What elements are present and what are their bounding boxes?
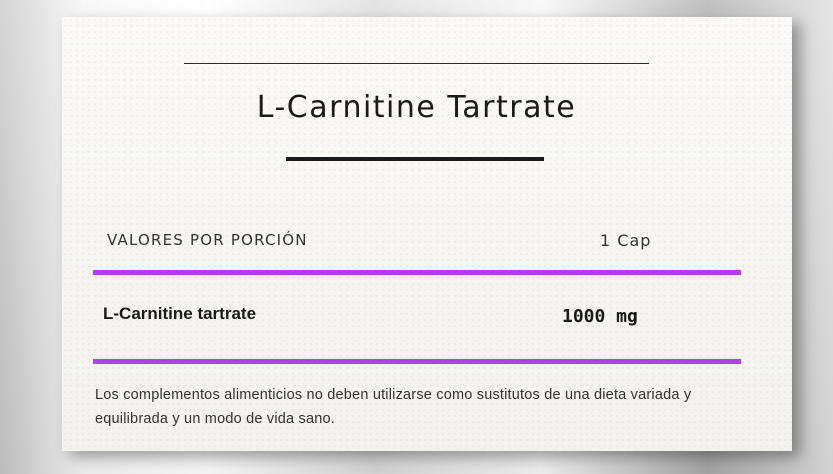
table-divider-bottom <box>93 359 741 364</box>
product-title: L-Carnitine Tartrate <box>256 90 577 125</box>
table-header-serving: 1 Cap <box>600 231 652 250</box>
nutrient-amount: 1000 mg <box>562 306 638 327</box>
table-header-label: VALORES POR PORCIÓN <box>107 231 308 249</box>
disclaimer-text: Los complementos alimenticios no deben u… <box>95 387 692 427</box>
top-divider <box>184 63 649 64</box>
title-underline <box>286 157 544 161</box>
nutrient-name: L-Carnitine tartrate <box>103 304 257 323</box>
table-divider-top <box>93 270 741 275</box>
